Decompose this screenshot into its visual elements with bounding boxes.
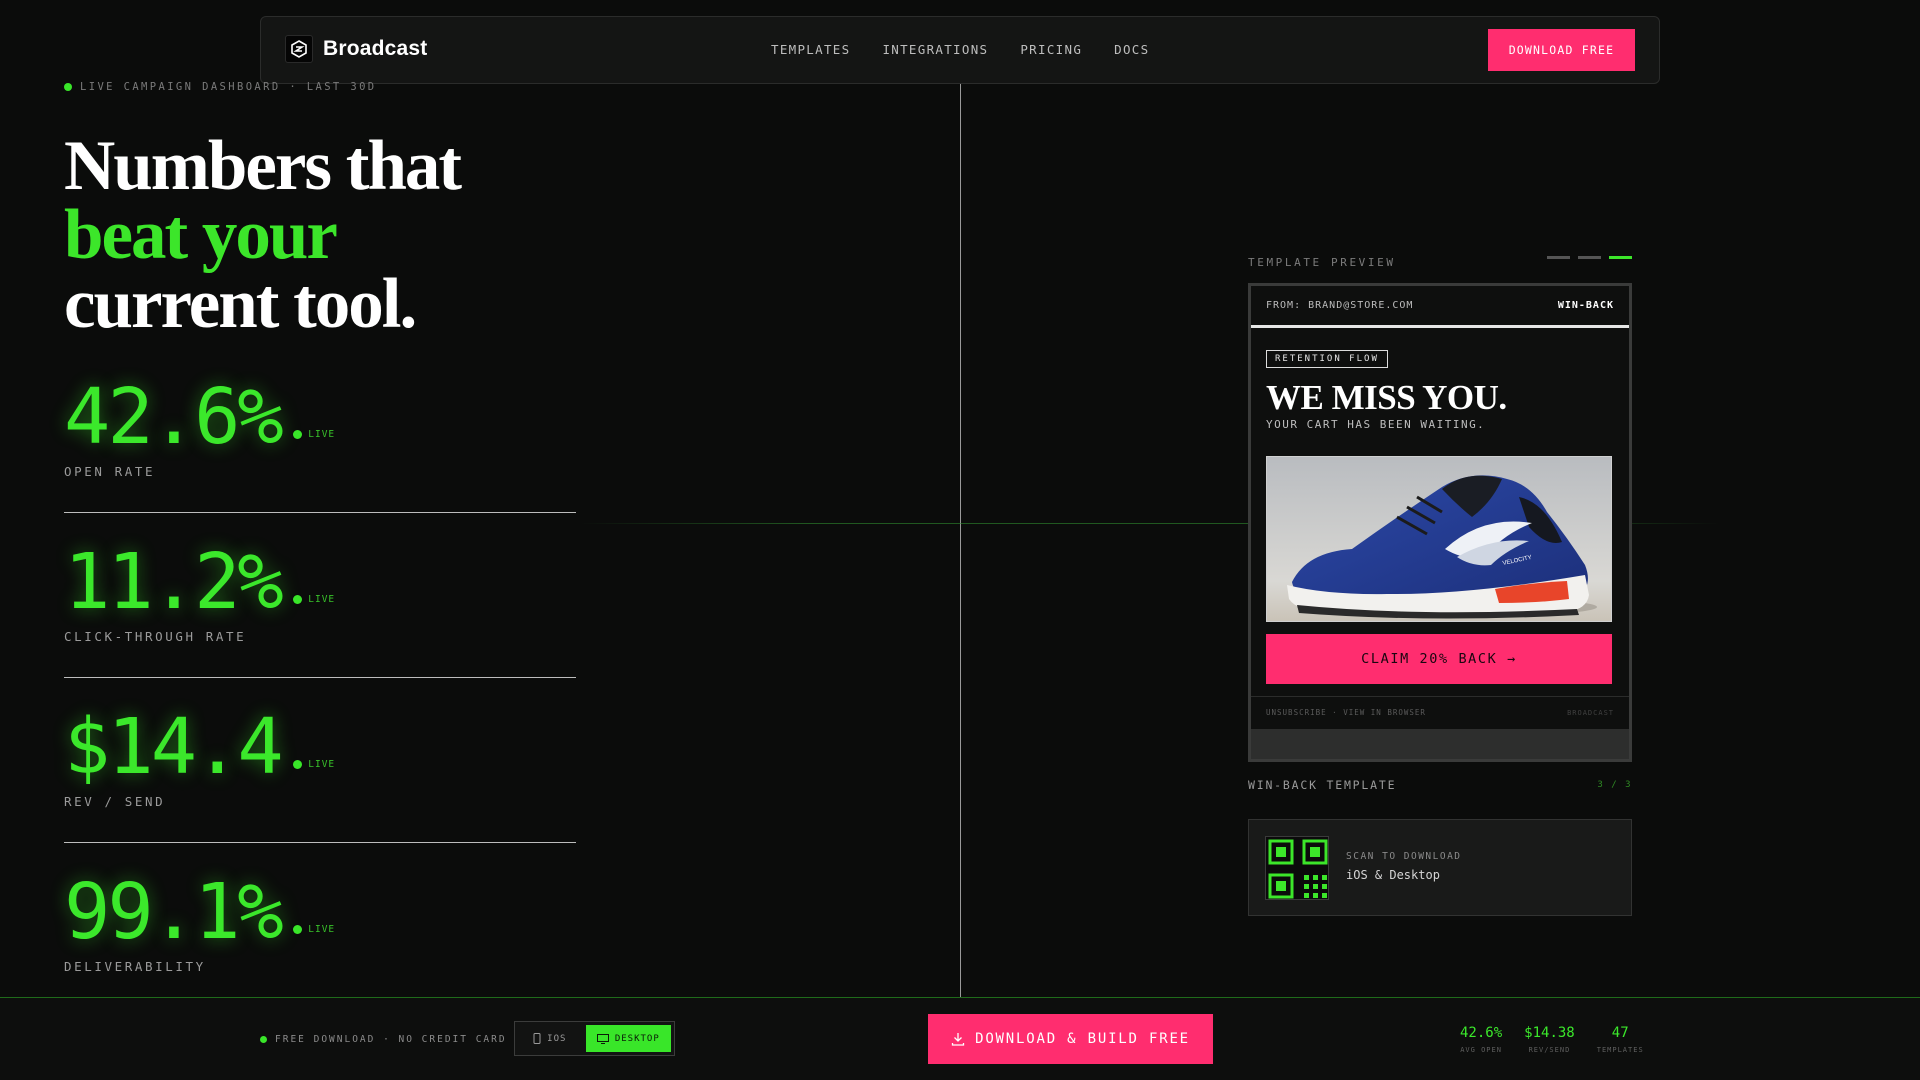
download-build-label: DOWNLOAD & BUILD FREE xyxy=(975,1031,1190,1047)
live-dot-icon xyxy=(293,430,303,439)
pager-dot-2[interactable] xyxy=(1578,256,1601,259)
email-footer-links[interactable]: UNSUBSCRIBE · VIEW IN BROWSER xyxy=(1266,708,1426,717)
download-free-button[interactable]: DOWNLOAD FREE xyxy=(1488,29,1635,71)
email-subheading: YOUR CART HAS BEEN WAITING. xyxy=(1266,418,1486,431)
template-pager xyxy=(1547,256,1632,259)
claim-discount-button[interactable]: CLAIM 20% BACK → xyxy=(1266,634,1612,684)
download-icon xyxy=(951,1033,965,1046)
qr-code-icon xyxy=(1265,836,1329,900)
stat-rev-send: $14.38 REV/SEND xyxy=(1524,1025,1575,1054)
nav-link-templates[interactable]: TEMPLATES xyxy=(771,42,850,57)
headline-line-3: current tool. xyxy=(64,265,417,343)
qr-label: SCAN TO DOWNLOAD xyxy=(1346,851,1462,862)
metric-label: REV / SEND xyxy=(64,794,166,809)
live-label: LIVE xyxy=(308,429,336,440)
dashboard-eyebrow: LIVE CAMPAIGN DASHBOARD · LAST 30D xyxy=(64,81,377,93)
stat-avg-open: 42.6% AVG OPEN xyxy=(1460,1025,1502,1054)
live-label: LIVE xyxy=(308,594,336,605)
stat-value: 42.6% xyxy=(1460,1025,1503,1041)
center-divider-line xyxy=(960,84,961,997)
mini-stats: 42.6% AVG OPEN $14.38 REV/SEND 47 TEMPLA… xyxy=(1460,1025,1644,1054)
metric-click-through-rate: 11.2% LIVE CLICK-THROUGH RATE xyxy=(64,538,576,645)
email-footer: UNSUBSCRIBE · VIEW IN BROWSER BROADCAST xyxy=(1251,696,1629,728)
top-nav: Broadcast TEMPLATES INTEGRATIONS PRICING… xyxy=(260,16,1660,84)
live-dot-icon xyxy=(64,83,72,91)
metric-divider xyxy=(64,842,576,843)
free-download-note: FREE DOWNLOAD · NO CREDIT CARD xyxy=(260,1034,507,1045)
live-indicator: LIVE xyxy=(293,594,335,605)
qr-platforms: iOS & Desktop xyxy=(1346,868,1440,882)
metric-divider xyxy=(64,512,576,513)
qr-download-card[interactable]: SCAN TO DOWNLOAD iOS & Desktop xyxy=(1248,819,1632,916)
stat-templates: 47 TEMPLATES xyxy=(1597,1025,1644,1054)
email-heading: WE MISS YOU. xyxy=(1266,378,1507,417)
live-dot-icon xyxy=(293,925,303,934)
brand-name: Broadcast xyxy=(323,37,428,60)
email-preview: FROM: BRAND@STORE.COM WIN-BACK RETENTION… xyxy=(1248,283,1632,762)
metric-label: OPEN RATE xyxy=(64,464,156,479)
status-dot-icon xyxy=(260,1036,267,1043)
headline-line-2: beat your xyxy=(64,196,338,274)
nav-link-integrations[interactable]: INTEGRATIONS xyxy=(882,42,988,57)
platform-ios-button[interactable]: IOS xyxy=(518,1025,582,1052)
pager-dot-1[interactable] xyxy=(1547,256,1570,259)
platform-desktop-button[interactable]: DESKTOP xyxy=(585,1025,671,1052)
email-from: FROM: BRAND@STORE.COM xyxy=(1266,300,1414,311)
email-bottom-strip xyxy=(1251,729,1629,759)
template-info-row: WIN-BACK TEMPLATE 3 / 3 xyxy=(1248,778,1632,792)
phone-icon xyxy=(533,1033,541,1044)
sneaker-product-image: VELOCITY xyxy=(1266,456,1612,622)
metric-open-rate: 42.6% LIVE OPEN RATE xyxy=(64,373,576,480)
metric-value: 99.1% xyxy=(64,868,284,957)
email-header: FROM: BRAND@STORE.COM WIN-BACK xyxy=(1251,286,1629,328)
live-label: LIVE xyxy=(308,924,336,935)
broadcast-logo-icon xyxy=(285,35,313,63)
stat-label: AVG OPEN xyxy=(1460,1046,1502,1054)
stat-value: $14.38 xyxy=(1524,1025,1575,1041)
stat-label: TEMPLATES xyxy=(1596,1046,1644,1054)
monitor-icon xyxy=(596,1033,609,1044)
template-preview-header: TEMPLATE PREVIEW xyxy=(1248,253,1632,269)
email-body: RETENTION FLOW WE MISS YOU. YOUR CART HA… xyxy=(1251,328,1629,684)
nav-link-docs[interactable]: DOCS xyxy=(1114,42,1149,57)
stat-value: 47 xyxy=(1611,1025,1629,1041)
live-label: LIVE xyxy=(308,759,336,770)
hero-headline: Numbers that beat your current tool. xyxy=(64,127,462,343)
metric-deliverability: 99.1% LIVE DELIVERABILITY xyxy=(64,868,576,975)
metric-label: DELIVERABILITY xyxy=(64,959,206,974)
live-indicator: LIVE xyxy=(293,924,335,935)
live-indicator: LIVE xyxy=(293,429,335,440)
metric-label: CLICK-THROUGH RATE xyxy=(64,629,247,644)
metric-rev-per-send: $14.4 LIVE REV / SEND xyxy=(64,703,576,810)
qr-text: SCAN TO DOWNLOAD iOS & Desktop xyxy=(1346,851,1462,882)
live-dot-icon xyxy=(293,760,303,769)
template-name: WIN-BACK TEMPLATE xyxy=(1248,778,1397,792)
live-indicator: LIVE xyxy=(293,759,335,770)
platform-toggle: IOS DESKTOP xyxy=(514,1021,675,1056)
bottom-bar: FREE DOWNLOAD · NO CREDIT CARD IOS DESKT… xyxy=(0,997,1920,1080)
metric-value: 11.2% xyxy=(64,538,284,627)
retention-flow-badge: RETENTION FLOW xyxy=(1266,350,1388,368)
eyebrow-text: LIVE CAMPAIGN DASHBOARD · LAST 30D xyxy=(80,81,377,93)
free-note-text: FREE DOWNLOAD · NO CREDIT CARD xyxy=(275,1034,507,1045)
metric-divider xyxy=(64,677,576,678)
headline-line-1: Numbers that xyxy=(64,127,462,205)
pager-dot-3[interactable] xyxy=(1609,256,1632,259)
template-counter: 3 / 3 xyxy=(1597,780,1632,790)
nav-links: TEMPLATES INTEGRATIONS PRICING DOCS xyxy=(771,42,1149,57)
platform-desktop-label: DESKTOP xyxy=(614,1033,660,1044)
metric-value: 42.6% xyxy=(64,373,284,462)
nav-link-pricing[interactable]: PRICING xyxy=(1020,42,1082,57)
metric-value: $14.4 xyxy=(64,703,284,792)
download-build-free-button[interactable]: DOWNLOAD & BUILD FREE xyxy=(928,1014,1213,1064)
preview-title: TEMPLATE PREVIEW xyxy=(1248,256,1396,269)
email-footer-brand: BROADCAST xyxy=(1567,708,1614,717)
stat-label: REV/SEND xyxy=(1528,1046,1571,1054)
live-dot-icon xyxy=(293,595,303,604)
email-tag: WIN-BACK xyxy=(1557,300,1614,311)
platform-ios-label: IOS xyxy=(547,1033,567,1044)
brand[interactable]: Broadcast xyxy=(285,35,428,63)
